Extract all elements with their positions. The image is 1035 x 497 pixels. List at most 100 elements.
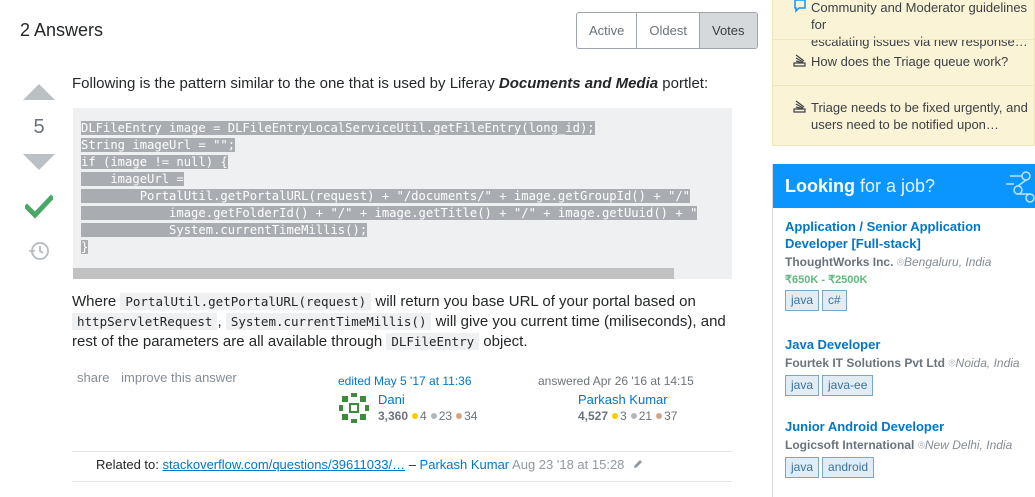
jobs-header-bold: Looking [785,176,855,196]
job-company: ThoughtWorks Inc. [785,255,894,269]
avatar-space [538,392,578,423]
intro-text-end: portlet: [658,75,709,92]
job-company: Fourtek IT Solutions Pvt Ltd [785,356,945,370]
gold-badge-count: 4 [420,409,427,423]
para-text: object. [479,333,528,350]
comment-separator: – [405,457,420,472]
post-menu: share improve this answer [77,370,245,385]
sort-tab-oldest[interactable]: Oldest [636,13,699,48]
editor-name-link[interactable]: Dani [378,392,477,407]
reputation-score: 4,527 [578,409,609,423]
meta-item-triage-fix[interactable]: Triage needs to be fixed urgently, and us… [789,99,1028,133]
author-name-link[interactable]: Parkash Kumar [578,392,677,407]
bronze-badge-icon [656,413,663,419]
meta-item-title-cont: users need to be notified upon… [811,117,999,132]
job-listing[interactable]: Java Developer Fourtek IT Solutions Pvt … [785,336,1030,396]
improve-answer-link[interactable]: improve this answer [121,370,237,385]
para-text: , [217,313,226,330]
job-tag[interactable]: java-ee [822,375,874,396]
job-title-link[interactable]: Java Developer [785,336,1030,353]
downvote-arrow-icon[interactable] [23,154,55,170]
answer-intro: Following is the pattern similar to the … [72,74,708,94]
inline-code: PortalUtil.getPortalURL(request) [120,293,372,310]
comment-user-link[interactable]: Parkash Kumar [420,457,510,472]
location-pin-icon: ⌾ [917,438,925,452]
comment-date: Aug 23 '18 at 15:28 [512,457,625,472]
answers-count: 2 Answers [20,20,104,40]
inline-code: DLFileEntry [386,333,480,350]
comments-bottom-divider [72,481,732,482]
job-tag[interactable]: c# [822,290,847,311]
silver-badge-count: 23 [438,409,453,423]
code-line: DLFileEntry image = DLFileEntryLocalServ… [81,121,595,135]
job-tag[interactable]: android [822,457,875,478]
code-line: image.getFolderId() + "/" + image.getTit… [81,206,698,220]
comment: Related to: stackoverflow.com/questions/… [96,457,644,472]
job-tag[interactable]: java [785,375,820,396]
code-line: } [81,240,89,254]
accepted-checkmark-icon [25,194,53,219]
share-link[interactable]: share [77,370,110,385]
meta-item-title: How does the Triage queue work? [811,54,1009,69]
job-tag[interactable]: java [785,290,820,311]
upvote-arrow-icon[interactable] [23,84,55,100]
gold-badge-icon [612,413,619,419]
code-content: DLFileEntry image = DLFileEntryLocalServ… [81,120,698,256]
job-company: Logicsoft International [785,438,915,452]
job-tag[interactable]: java [785,457,820,478]
jobs-header[interactable]: Looking for a job? [773,164,1035,208]
job-title-link[interactable]: Junior Android Developer [785,418,1030,435]
vote-count: 5 [33,116,45,138]
meta-item-title: Community and Moderator guidelines for [811,0,1028,32]
meta-divider [773,39,1035,40]
code-line: PortalUtil.getPortalURL(request) + "/doc… [81,189,691,203]
meta-divider [773,85,1035,86]
meta-posts-box: Community and Moderator guidelines for es… [772,0,1035,146]
stack-icon [793,100,806,113]
answer-paragraph: Where PortalUtil.getPortalURL(request) w… [72,292,732,352]
edited-timestamp-link[interactable]: edited May 5 '17 at 11:36 [338,374,472,388]
job-listing[interactable]: Application / Senior Application Develop… [785,218,1030,311]
code-horizontal-scrollbar[interactable] [73,268,674,279]
intro-text: Following is the pattern similar to the … [72,75,499,92]
bronze-badge-count: 37 [664,409,678,423]
stack-icon [793,54,806,67]
gold-badge-icon [412,413,419,419]
silver-badge-icon [430,413,437,419]
para-text: will return you base URL of your portal … [371,293,696,310]
sort-tab-active[interactable]: Active [577,13,636,48]
meta-item-guidelines[interactable]: Community and Moderator guidelines for es… [789,0,1034,50]
comment-link[interactable]: stackoverflow.com/questions/39611033/… [163,457,406,472]
editor-reputation: 3,360 4 23 34 [378,409,477,423]
answered-timestamp: answered Apr 26 '16 at 14:15 [538,374,694,388]
job-salary: ₹650K - ₹2500K [785,274,868,286]
comment-text: Related to: [96,457,163,472]
network-graphic-icon [1006,171,1035,203]
gold-badge-count: 3 [620,409,627,423]
job-title-link[interactable]: Application / Senior Application Develop… [785,218,1030,252]
meta-item-triage-queue[interactable]: How does the Triage queue work? [789,53,1008,70]
location-pin-icon: ⌾ [896,255,904,269]
reputation-score: 3,360 [378,409,409,423]
location-pin-icon: ⌾ [948,356,956,370]
job-location: Bengaluru, India [904,255,992,269]
code-line: System.currentTimeMillis(); [81,223,368,237]
answer-sort-tabs: Active Oldest Votes [576,12,758,49]
edit-pencil-icon [634,460,643,468]
user-avatar[interactable] [338,392,370,424]
inline-code: System.currentTimeMillis() [225,313,432,330]
meta-item-title: Triage needs to be fixed urgently, and [811,100,1028,115]
job-listing[interactable]: Junior Android Developer Logicsoft Inter… [785,418,1030,478]
bronze-badge-icon [456,413,463,419]
speech-bubble-icon [794,0,806,13]
sort-tab-votes[interactable]: Votes [698,13,757,48]
job-location: Noida, India [955,356,1020,370]
author-reputation: 4,527 3 21 37 [578,409,677,423]
history-icon[interactable] [28,240,50,262]
inline-code: httpServletRequest [72,313,218,330]
edited-signature: edited May 5 '17 at 11:36 Dani 3,360 4 23 3… [338,374,477,424]
job-location: New Delhi, India [924,438,1013,452]
intro-emphasis: Documents and Media [498,75,659,92]
answered-signature: answered Apr 26 '16 at 14:15 Parkash Kum… [538,374,694,423]
code-line: imageUrl = [81,172,184,186]
